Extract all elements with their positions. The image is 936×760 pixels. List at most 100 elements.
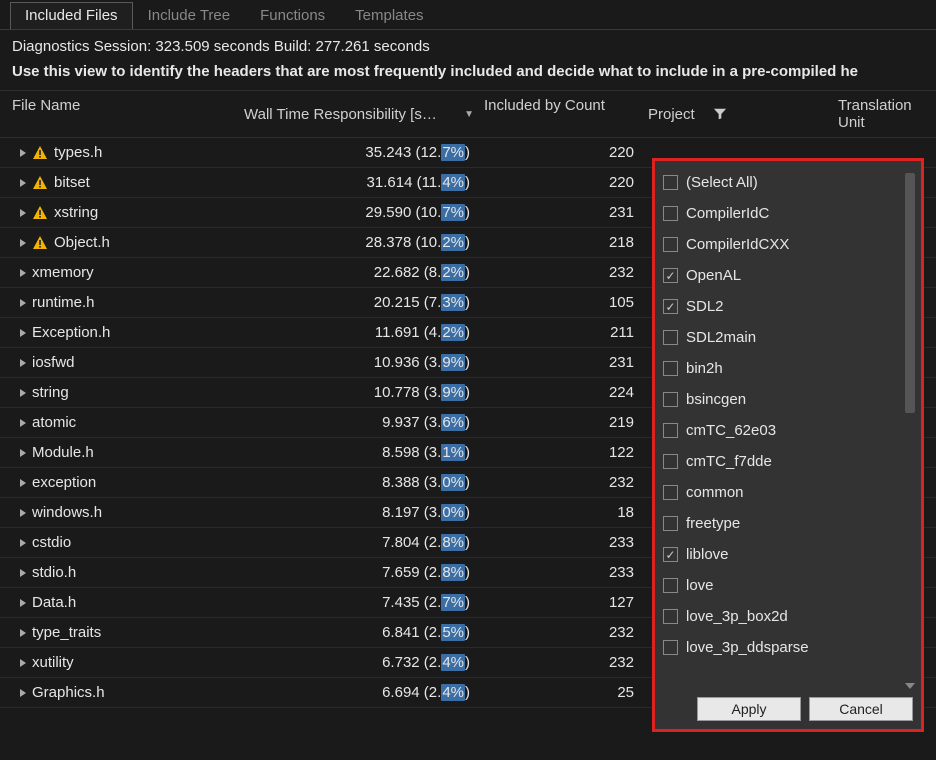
file-name: atomic xyxy=(32,414,76,431)
expand-icon[interactable] xyxy=(20,539,26,547)
expand-icon[interactable] xyxy=(20,449,26,457)
expand-icon[interactable] xyxy=(20,389,26,397)
col-header-wall-label: Wall Time Responsibility [s… xyxy=(244,106,437,123)
checkbox[interactable] xyxy=(663,485,678,500)
included-count: 211 xyxy=(480,324,644,341)
filter-option-label: freetype xyxy=(686,515,740,532)
checkbox[interactable] xyxy=(663,609,678,624)
filter-option[interactable]: love xyxy=(663,570,917,601)
scroll-down-icon[interactable] xyxy=(905,683,915,689)
expand-icon[interactable] xyxy=(20,149,26,157)
filter-option-label: common xyxy=(686,484,744,501)
filter-option[interactable]: SDL2main xyxy=(663,322,917,353)
file-name: stdio.h xyxy=(32,564,76,581)
wall-time-value: 9.937 (3.6%) xyxy=(244,414,480,431)
filter-option[interactable]: love_3p_box2d xyxy=(663,601,917,632)
expand-icon[interactable] xyxy=(20,209,26,217)
filter-option[interactable]: cmTC_f7dde xyxy=(663,446,917,477)
session-summary: Diagnostics Session: 323.509 seconds Bui… xyxy=(0,30,936,59)
included-count: 105 xyxy=(480,294,644,311)
filter-option[interactable]: love_3p_ddsparse xyxy=(663,632,917,663)
checkbox[interactable] xyxy=(663,423,678,438)
apply-button[interactable]: Apply xyxy=(697,697,801,721)
checkbox[interactable] xyxy=(663,175,678,190)
checkbox[interactable] xyxy=(663,237,678,252)
file-name: types.h xyxy=(54,144,102,161)
tab-include-tree[interactable]: Include Tree xyxy=(133,2,246,29)
tab-functions[interactable]: Functions xyxy=(245,2,340,29)
col-header-wall[interactable]: Wall Time Responsibility [s… ▼ xyxy=(244,97,480,131)
filter-option[interactable]: CompilerIdCXX xyxy=(663,229,917,260)
file-name: exception xyxy=(32,474,96,491)
cancel-button[interactable]: Cancel xyxy=(809,697,913,721)
filter-option[interactable]: cmTC_62e03 xyxy=(663,415,917,446)
filter-option[interactable]: OpenAL xyxy=(663,260,917,291)
tab-templates[interactable]: Templates xyxy=(340,2,438,29)
expand-icon[interactable] xyxy=(20,659,26,667)
file-name: Module.h xyxy=(32,444,94,461)
filter-option[interactable]: liblove xyxy=(663,539,917,570)
filter-option[interactable]: CompilerIdC xyxy=(663,198,917,229)
col-header-count[interactable]: Included by Count xyxy=(480,97,644,131)
tab-included-files[interactable]: Included Files xyxy=(10,2,133,29)
expand-icon[interactable] xyxy=(20,329,26,337)
expand-icon[interactable] xyxy=(20,629,26,637)
checkbox[interactable] xyxy=(663,330,678,345)
checkbox[interactable] xyxy=(663,578,678,593)
expand-icon[interactable] xyxy=(20,419,26,427)
filter-option[interactable]: bin2h xyxy=(663,353,917,384)
included-count: 233 xyxy=(480,564,644,581)
included-count: 233 xyxy=(480,534,644,551)
checkbox[interactable] xyxy=(663,454,678,469)
checkbox[interactable] xyxy=(663,392,678,407)
expand-icon[interactable] xyxy=(20,269,26,277)
included-count: 232 xyxy=(480,624,644,641)
filter-option[interactable]: common xyxy=(663,477,917,508)
expand-icon[interactable] xyxy=(20,689,26,697)
included-count: 224 xyxy=(480,384,644,401)
expand-icon[interactable] xyxy=(20,509,26,517)
included-count: 25 xyxy=(480,684,644,701)
filter-option[interactable]: freetype xyxy=(663,508,917,539)
included-count: 231 xyxy=(480,354,644,371)
checkbox[interactable] xyxy=(663,547,678,562)
filter-scrollbar[interactable] xyxy=(905,173,915,413)
checkbox[interactable] xyxy=(663,361,678,376)
expand-icon[interactable] xyxy=(20,359,26,367)
filter-list: (Select All) CompilerIdCCompilerIdCXXOpen… xyxy=(663,167,917,691)
col-header-tu[interactable]: Translation Unit xyxy=(834,97,936,131)
wall-time-value: 6.694 (2.4%) xyxy=(244,684,480,701)
filter-option[interactable]: SDL2 xyxy=(663,291,917,322)
expand-icon[interactable] xyxy=(20,569,26,577)
wall-time-value: 7.659 (2.8%) xyxy=(244,564,480,581)
included-count: 232 xyxy=(480,654,644,671)
warning-icon xyxy=(32,205,48,221)
checkbox[interactable] xyxy=(663,299,678,314)
expand-icon[interactable] xyxy=(20,599,26,607)
checkbox[interactable] xyxy=(663,268,678,283)
included-count: 18 xyxy=(480,504,644,521)
expand-icon[interactable] xyxy=(20,479,26,487)
col-header-file[interactable]: File Name xyxy=(0,97,244,131)
included-count: 232 xyxy=(480,474,644,491)
checkbox[interactable] xyxy=(663,516,678,531)
expand-icon[interactable] xyxy=(20,239,26,247)
file-name: xstring xyxy=(54,204,98,221)
filter-option[interactable]: bsincgen xyxy=(663,384,917,415)
expand-icon[interactable] xyxy=(20,299,26,307)
wall-time-value: 8.598 (3.1%) xyxy=(244,444,480,461)
checkbox[interactable] xyxy=(663,206,678,221)
filter-icon[interactable] xyxy=(713,107,727,121)
file-name: xutility xyxy=(32,654,74,671)
expand-icon[interactable] xyxy=(20,179,26,187)
col-header-project[interactable]: Project xyxy=(644,97,834,131)
filter-option[interactable]: (Select All) xyxy=(663,167,917,198)
checkbox[interactable] xyxy=(663,640,678,655)
included-count: 122 xyxy=(480,444,644,461)
included-count: 220 xyxy=(480,174,644,191)
file-name: xmemory xyxy=(32,264,94,281)
file-name: string xyxy=(32,384,69,401)
filter-option-label: love_3p_box2d xyxy=(686,608,788,625)
file-name: runtime.h xyxy=(32,294,95,311)
filter-option-label: (Select All) xyxy=(686,174,758,191)
